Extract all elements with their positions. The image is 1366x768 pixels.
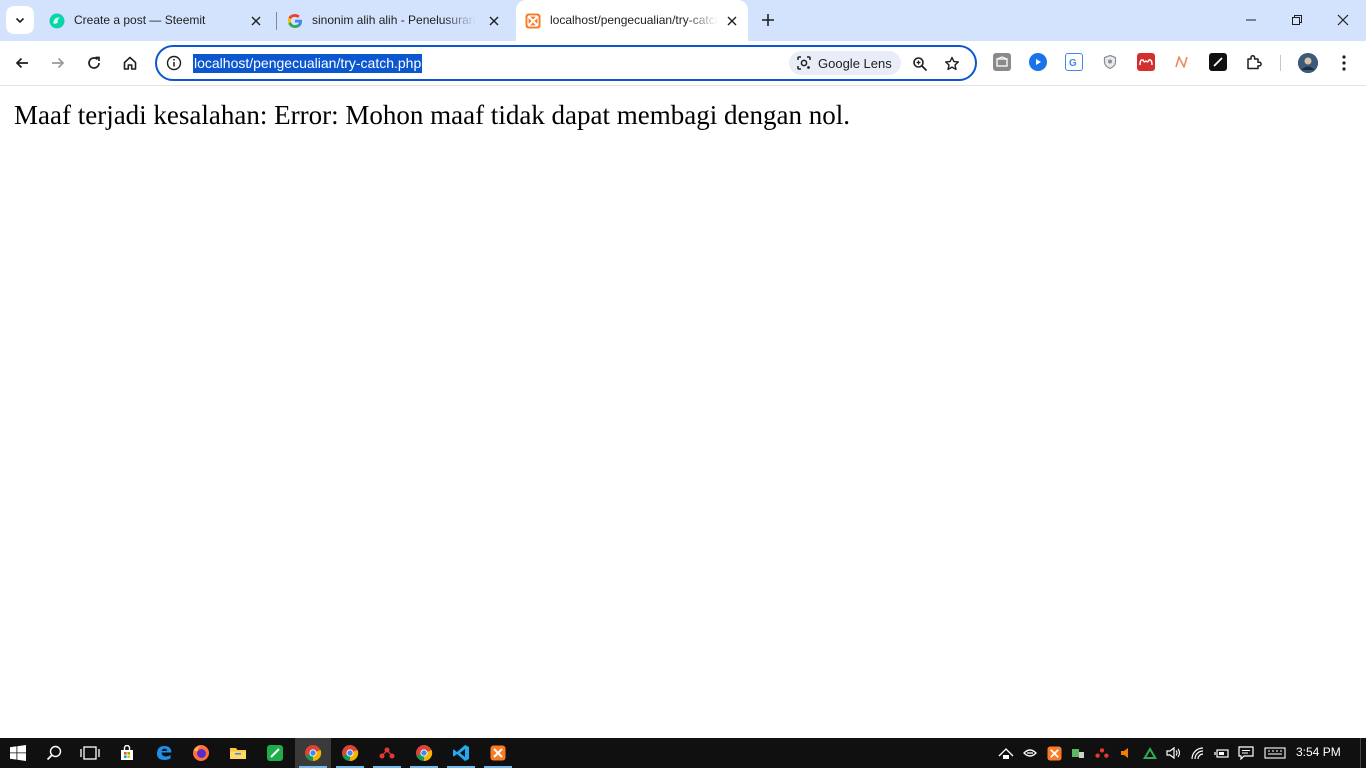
network-share-icon[interactable] xyxy=(998,745,1014,761)
tab-google-search[interactable]: sinonim alih alih - Penelusuran G xyxy=(278,0,514,41)
mendeley-extension-icon[interactable] xyxy=(1137,53,1155,71)
close-icon[interactable] xyxy=(248,13,264,29)
firefox-icon[interactable] xyxy=(183,738,219,768)
forward-button[interactable] xyxy=(46,51,70,75)
task-view-icon[interactable] xyxy=(72,738,108,768)
address-bar[interactable]: localhost/pengecualian/try-catch.php Goo… xyxy=(155,45,977,81)
play-extension-icon[interactable] xyxy=(1029,53,1047,71)
tab-separator xyxy=(276,12,277,30)
arrow-left-icon xyxy=(15,57,28,69)
tab-localhost[interactable]: localhost/pengecualian/try-catch.php xyxy=(516,0,748,41)
xampp-tray-icon[interactable] xyxy=(1046,745,1062,761)
puzzle-extensions-icon[interactable] xyxy=(1245,53,1263,71)
bookmark-button[interactable] xyxy=(941,53,963,75)
file-explorer-icon[interactable] xyxy=(220,738,256,768)
restore-button[interactable] xyxy=(1285,8,1309,32)
chrome-icon[interactable] xyxy=(332,738,368,768)
url-text[interactable]: localhost/pengecualian/try-catch.php xyxy=(193,54,423,73)
xampp-icon xyxy=(525,13,541,29)
translate-extension-icon[interactable]: G xyxy=(1065,53,1083,71)
steemit-icon xyxy=(49,13,65,29)
menu-button[interactable] xyxy=(1334,51,1354,75)
close-window-button[interactable] xyxy=(1331,8,1355,32)
minimize-button[interactable] xyxy=(1239,8,1263,32)
usb-tray-icon[interactable] xyxy=(1070,745,1086,761)
svg-text:G: G xyxy=(1069,58,1077,68)
restore-icon xyxy=(1292,15,1302,25)
star-icon xyxy=(945,56,959,71)
windows-start-icon[interactable] xyxy=(0,738,36,768)
chrome-icon[interactable] xyxy=(406,738,442,768)
clock[interactable]: 3:54 PM xyxy=(1296,745,1341,759)
new-tab-button[interactable] xyxy=(756,8,780,32)
n-extension-icon[interactable] xyxy=(1173,53,1191,71)
drive-tray-icon[interactable] xyxy=(1142,745,1158,761)
tab-title: Create a post — Steemit xyxy=(74,13,206,27)
lens-icon xyxy=(797,56,811,70)
search-icon[interactable] xyxy=(36,738,72,768)
google-lens-button[interactable]: Google Lens xyxy=(789,51,901,75)
browser-toolbar: localhost/pengecualian/try-catch.php Goo… xyxy=(0,41,1366,86)
reload-icon xyxy=(88,56,100,69)
store-icon[interactable] xyxy=(109,738,145,768)
kebab-menu-icon xyxy=(1342,55,1346,71)
tab-search-button[interactable] xyxy=(6,6,34,34)
zoom-icon xyxy=(913,57,928,72)
edge-icon[interactable] xyxy=(146,738,182,768)
plus-icon xyxy=(762,14,774,26)
tab-strip: Create a post — Steemit sinonim alih ali… xyxy=(0,0,1366,41)
volume-icon[interactable] xyxy=(1166,745,1182,761)
notifications-icon[interactable] xyxy=(1238,745,1254,761)
red-tray-icon[interactable] xyxy=(1094,745,1110,761)
page-content: Maaf terjadi kesalahan: Error: Mohon maa… xyxy=(0,87,1366,738)
red-app-icon[interactable] xyxy=(369,738,405,768)
toolbar-separator xyxy=(1280,55,1281,71)
show-desktop-button[interactable] xyxy=(1360,738,1366,768)
minimize-icon xyxy=(1246,19,1256,21)
error-message: Maaf terjadi kesalahan: Error: Mohon maa… xyxy=(14,100,850,130)
pen-extension-icon[interactable] xyxy=(1209,53,1227,71)
tab-steemit[interactable]: Create a post — Steemit xyxy=(40,0,276,41)
wifi-icon[interactable] xyxy=(1190,745,1206,761)
close-icon[interactable] xyxy=(724,13,740,29)
info-icon[interactable] xyxy=(166,55,182,71)
keyboard-icon[interactable] xyxy=(1263,745,1287,761)
shield-extension-icon[interactable] xyxy=(1101,53,1119,71)
avatar[interactable] xyxy=(1298,53,1318,73)
audio-device-tray-icon[interactable] xyxy=(1118,745,1134,761)
taskbar: 3:54 PM xyxy=(0,738,1366,768)
xampp-icon[interactable] xyxy=(480,738,516,768)
google-icon xyxy=(287,14,302,28)
box-extension-icon[interactable] xyxy=(993,53,1011,71)
reload-button[interactable] xyxy=(82,51,106,75)
chevron-down-icon xyxy=(15,17,25,24)
arrow-right-icon xyxy=(52,57,65,69)
close-icon xyxy=(1337,14,1349,26)
sync-tray-icon[interactable] xyxy=(1022,745,1038,761)
tab-title: localhost/pengecualian/try-catch.php xyxy=(550,13,718,27)
home-icon xyxy=(123,56,137,70)
zoom-button[interactable] xyxy=(909,53,931,75)
tab-title: sinonim alih alih - Penelusuran G xyxy=(312,13,476,27)
close-icon[interactable] xyxy=(486,13,502,29)
green-app-icon[interactable] xyxy=(257,738,293,768)
chrome-icon[interactable] xyxy=(295,738,331,768)
home-button[interactable] xyxy=(118,51,142,75)
vscode-icon[interactable] xyxy=(443,738,479,768)
lens-label: Google Lens xyxy=(818,55,892,71)
battery-icon[interactable] xyxy=(1214,745,1230,761)
back-button[interactable] xyxy=(10,51,34,75)
